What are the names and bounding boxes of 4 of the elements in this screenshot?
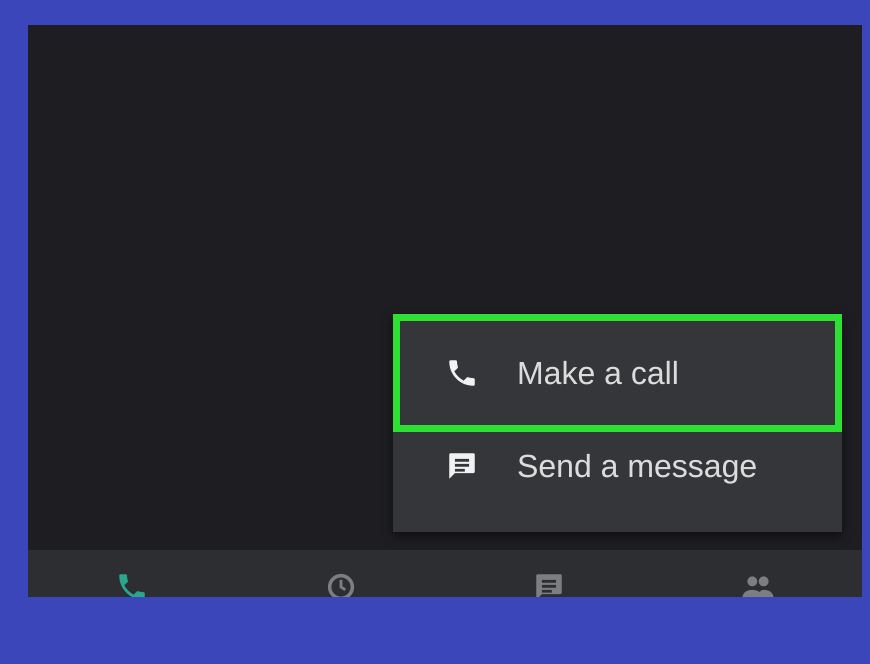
menu-item[interactable]: Make a call <box>393 314 842 432</box>
menu-item-label: Make a call <box>517 354 679 393</box>
menu-item-label: Send a message <box>517 447 758 486</box>
menu-item[interactable]: Send a message <box>393 432 842 500</box>
